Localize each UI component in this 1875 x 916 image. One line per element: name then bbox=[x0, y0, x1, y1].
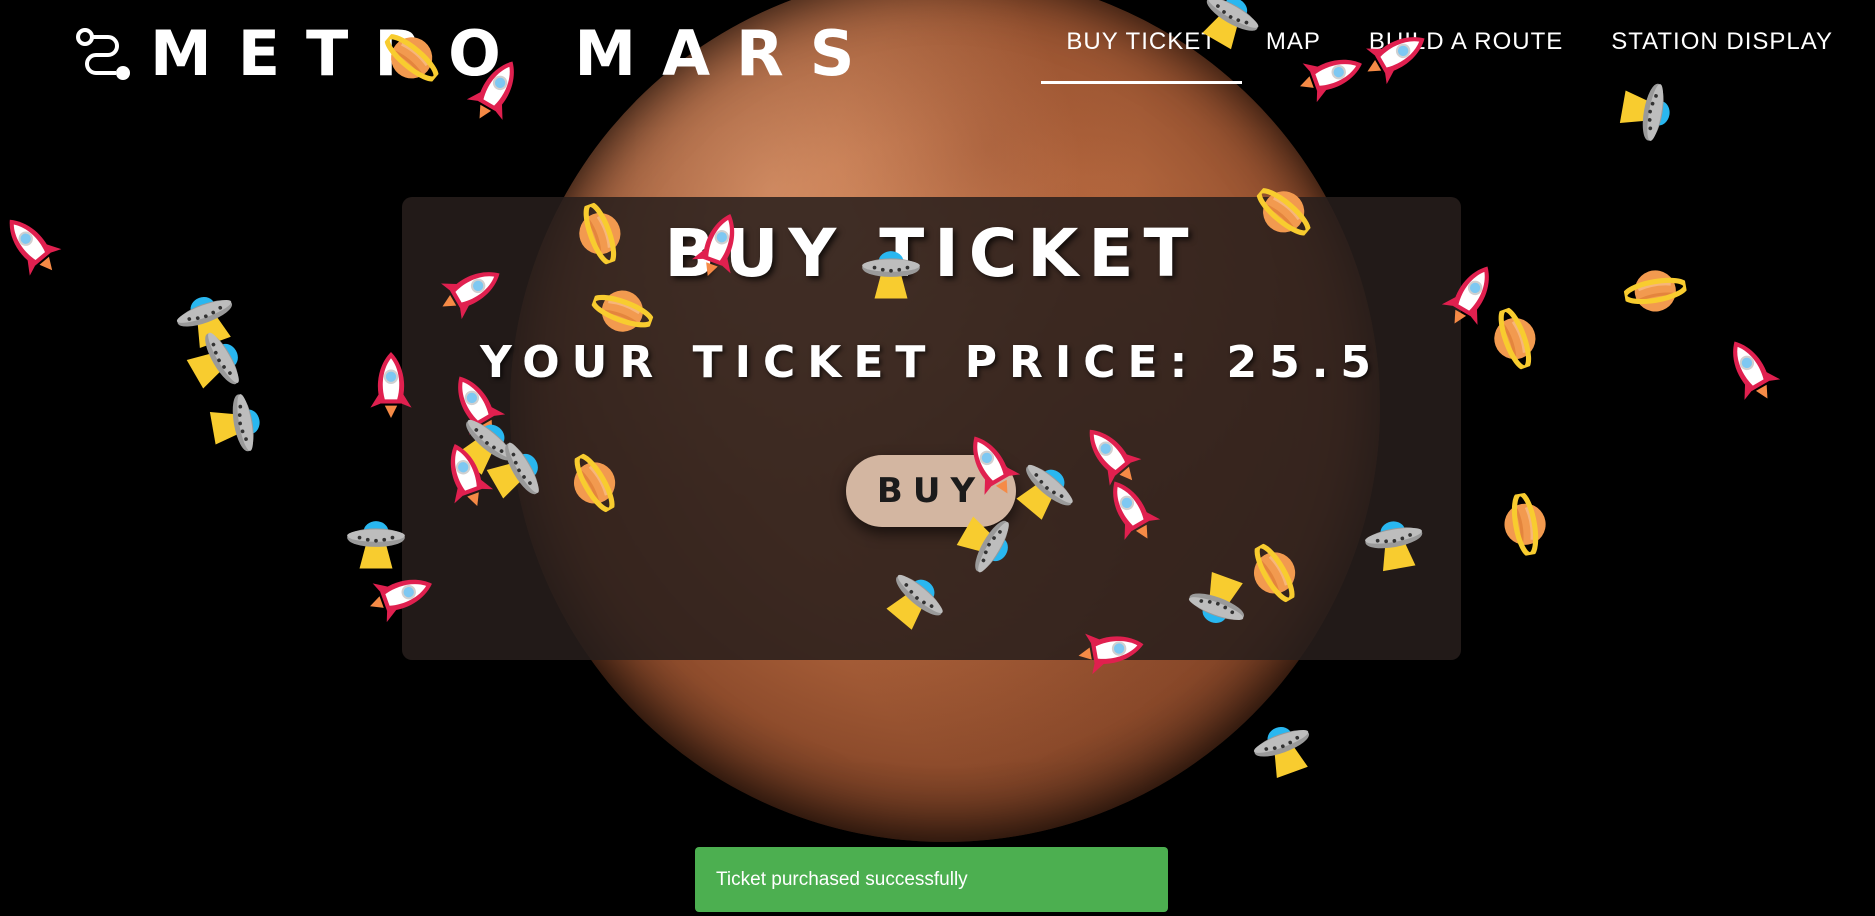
rocket-icon bbox=[1707, 324, 1796, 416]
rocket-icon bbox=[1071, 613, 1151, 686]
ufo-icon bbox=[1245, 712, 1327, 799]
ticket-price: YOUR TICKET PRICE: 25.5 bbox=[479, 337, 1384, 388]
success-snackbar: Ticket purchased successfully bbox=[695, 847, 1168, 912]
rocket-icon bbox=[0, 198, 77, 291]
ufo-icon bbox=[1359, 510, 1432, 590]
snackbar-message: Ticket purchased successfully bbox=[716, 868, 968, 890]
nav-station-display[interactable]: STATION DISPLAY bbox=[1587, 0, 1857, 84]
ufo-icon bbox=[860, 245, 922, 315]
ufo-icon bbox=[191, 388, 271, 461]
planet-icon bbox=[1619, 255, 1692, 335]
route-icon bbox=[76, 28, 130, 80]
planet-icon bbox=[1481, 488, 1561, 561]
rocket-icon bbox=[360, 350, 422, 420]
main-nav: BUY TICKET MAP BUILD A ROUTE STATION DIS… bbox=[1041, 0, 1857, 84]
ufo-icon bbox=[1601, 73, 1681, 146]
